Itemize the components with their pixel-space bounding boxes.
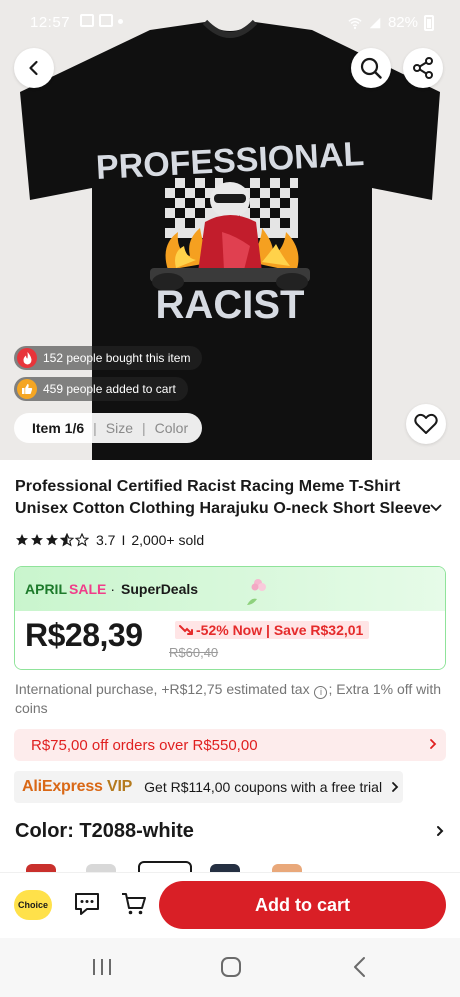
rating-row[interactable]: 3.7 I 2,000+ sold [15, 532, 204, 548]
tab-separator: | [93, 420, 97, 436]
star-empty-icon [75, 533, 89, 547]
info-icon[interactable]: i [314, 686, 328, 699]
social-proof-bought: 152 people bought this item [14, 346, 203, 370]
tab-size[interactable]: Size [106, 420, 133, 436]
chevron-left-icon [29, 60, 38, 76]
add-to-cart-button[interactable]: Add to cart [159, 881, 446, 929]
wifi-icon [348, 17, 362, 29]
status-notification-icons [80, 14, 123, 27]
recent-apps-icon[interactable] [90, 956, 114, 978]
status-bar: 12:57 82% [0, 8, 460, 36]
superdeals-header: APRIL SALE · SuperDeals [15, 567, 445, 611]
heart-icon [414, 413, 438, 434]
color-selector[interactable]: Color: T2088-white [15, 820, 445, 843]
trend-down-icon [179, 625, 193, 635]
tax-text: International purchase, +R$12,75 estimat… [15, 681, 310, 697]
april-sale-label: APRIL [25, 581, 67, 597]
vip-logo-main: AliExpress [22, 778, 103, 795]
tax-info: International purchase, +R$12,75 estimat… [15, 680, 447, 718]
status-time: 12:57 [30, 14, 71, 31]
coupon-banner[interactable]: R$75,00 off orders over R$550,00 [14, 729, 446, 761]
bottom-action-bar: Choice Add to cart [0, 872, 460, 938]
choice-badge[interactable]: Choice [14, 890, 52, 920]
social-proof-bought-text: 152 people bought this item [43, 351, 191, 365]
gallery-tabs: Item 1/6 | Size | Color [14, 413, 203, 443]
star-full-icon [46, 534, 58, 546]
share-icon [413, 57, 433, 79]
message-notification-icon [99, 14, 113, 27]
superdeals-dot: · [110, 581, 116, 597]
home-icon[interactable] [220, 956, 242, 978]
sale-label: SALE [69, 581, 107, 597]
back-button[interactable] [14, 48, 54, 88]
vip-banner[interactable]: AliExpress VIP Get R$114,00 coupons with… [14, 771, 403, 803]
star-rating [15, 533, 89, 547]
chevron-right-icon [430, 739, 437, 749]
product-title: Professional Certified Racist Racing Mem… [15, 478, 431, 517]
aliexpress-vip-logo: AliExpress VIP [22, 778, 132, 796]
search-icon [360, 57, 382, 79]
notification-dot-icon [118, 19, 123, 24]
chevron-right-icon [392, 782, 399, 792]
sold-count: 2,000+ sold [131, 532, 205, 548]
star-half-icon [60, 533, 74, 547]
vip-logo-vip: VIP [106, 778, 133, 795]
expand-title-chevron-icon[interactable] [430, 504, 442, 512]
battery-percent: 82% [387, 14, 418, 31]
flame-icon [17, 348, 37, 368]
current-price: R$28,39 [25, 617, 143, 653]
superdeals-price-card: APRIL SALE · SuperDeals R$28,39 -52% Now… [14, 566, 446, 670]
print-text-bottom: RACIST [156, 283, 305, 327]
color-label: Color: T2088-white [15, 820, 194, 842]
star-full-icon [16, 534, 28, 546]
signal-icon [369, 17, 381, 28]
back-nav-icon[interactable] [351, 956, 369, 978]
rating-separator: I [121, 532, 126, 548]
superdeals-label: SuperDeals [121, 581, 199, 597]
social-proof-cart-text: 459 people added to cart [43, 382, 176, 396]
rating-value: 3.7 [96, 532, 116, 548]
wishlist-button[interactable] [406, 404, 446, 444]
coupon-text: R$75,00 off orders over R$550,00 [31, 736, 258, 754]
android-navigation-bar [0, 938, 460, 997]
chat-icon[interactable] [73, 891, 101, 917]
price-section: R$28,39 -52% Now | Save R$32,01 R$60,40 [15, 611, 445, 669]
tab-color[interactable]: Color [155, 420, 188, 436]
gallery-notification-icon [80, 14, 94, 27]
share-button[interactable] [403, 48, 443, 88]
vip-offer-text: Get R$114,00 coupons with a free trial [144, 779, 383, 795]
battery-icon [424, 14, 434, 31]
chevron-right-icon [437, 826, 444, 836]
thumbs-up-icon [17, 379, 37, 399]
tab-separator: | [142, 420, 146, 436]
original-price: R$60,40 [169, 645, 219, 660]
search-button[interactable] [351, 48, 391, 88]
cart-icon[interactable] [120, 891, 148, 917]
discount-badge: -52% Now | Save R$32,01 [175, 621, 370, 639]
star-full-icon [31, 534, 43, 546]
discount-text: -52% Now | Save R$32,01 [196, 622, 364, 638]
product-image-gallery[interactable]: PROFESSIONAL RACIST 12:57 82% 152 people… [0, 0, 460, 460]
social-proof-cart: 459 people added to cart [14, 377, 188, 401]
tab-item[interactable]: Item 1/6 [32, 420, 84, 436]
status-system-icons: 82% [348, 14, 434, 31]
flower-decoration-icon [247, 579, 266, 605]
